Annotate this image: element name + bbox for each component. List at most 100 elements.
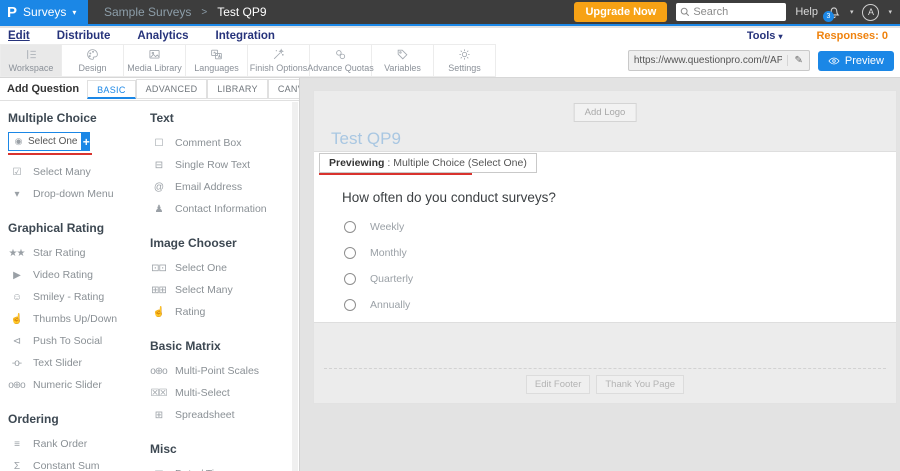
active-underline	[8, 153, 92, 155]
question-type-star-rating[interactable]: ★★ Star Rating	[8, 242, 150, 264]
question-type-push-to-social[interactable]: ⊲ Push To Social	[8, 330, 150, 352]
footer-separator	[324, 368, 886, 369]
upgrade-now-button[interactable]: Upgrade Now	[574, 2, 667, 22]
toolbar-workspace[interactable]: Workspace	[0, 44, 62, 77]
tab-basic[interactable]: BASIC	[87, 80, 136, 99]
responses-count[interactable]: Responses: 0	[816, 30, 888, 42]
survey-url-field[interactable]: ✎	[628, 50, 810, 71]
image-icon	[148, 48, 161, 61]
question-type-select-one[interactable]: ◉ Select One +	[8, 132, 90, 151]
toolbar-design[interactable]: Design	[62, 44, 124, 77]
survey-url-input[interactable]	[629, 55, 788, 66]
toolbar-advance-quotas[interactable]: Advance Quotas	[310, 44, 372, 77]
question-type-single-row-text[interactable]: ⊟ Single Row Text	[150, 154, 292, 176]
option-annually[interactable]: Annually	[344, 292, 413, 318]
question-type-contact-information[interactable]: ♟ Contact Information	[150, 198, 292, 220]
topbar-right: Upgrade Now Help 3 ▾ A ▾	[574, 0, 900, 24]
question-type-constant-sum[interactable]: Σ Constant Sum	[8, 455, 150, 471]
tools-menu[interactable]: Tools ▾	[747, 30, 783, 42]
add-select-one-button[interactable]: +	[82, 132, 90, 151]
chevron-down-icon[interactable]: ▾	[888, 8, 892, 16]
question-type-smiley-rating[interactable]: ☺ Smiley - Rating	[8, 286, 150, 308]
toolbar-settings[interactable]: Settings	[434, 44, 496, 77]
radio-icon[interactable]	[344, 221, 356, 233]
question-type-video-rating[interactable]: ▶ Video Rating	[8, 264, 150, 286]
tab-advanced[interactable]: ADVANCED	[136, 79, 208, 99]
question-type-image-select-many[interactable]: ⊞⊞ Select Many	[150, 279, 292, 301]
radio-icon[interactable]	[344, 299, 356, 311]
panel-column-1: Multiple Choice ◉ Select One + ☑ Select …	[8, 105, 150, 471]
quotas-icon	[334, 48, 347, 61]
radio-icon[interactable]	[344, 273, 356, 285]
option-quarterly[interactable]: Quarterly	[344, 266, 413, 292]
toolbar-media-library[interactable]: Media Library	[124, 44, 186, 77]
top-bar: P Surveys ▾ Sample Surveys > Test QP9 Up…	[0, 0, 900, 26]
question-type-email-address[interactable]: @ Email Address	[150, 176, 292, 198]
multi-select-icon: ☒☒	[150, 388, 167, 399]
option-monthly[interactable]: Monthly	[344, 240, 413, 266]
panel-scrollbar[interactable]	[292, 102, 298, 471]
breadcrumb: Sample Surveys > Test QP9	[104, 0, 267, 24]
survey-title[interactable]: Test QP9	[331, 129, 401, 149]
select-many-icon: ☑	[8, 167, 25, 178]
section-heading: Basic Matrix	[150, 339, 292, 353]
nav-analytics[interactable]: Analytics	[137, 30, 188, 42]
question-type-image-select-one[interactable]: ⊡⊡ Select One	[150, 257, 292, 279]
global-search[interactable]	[676, 3, 786, 21]
image-rating-icon: ☝	[150, 307, 167, 318]
question-type-dropdown-menu[interactable]: ▾ Drop-down Menu	[8, 183, 150, 205]
star-rating-icon: ★★	[8, 248, 25, 259]
question-type-text-slider[interactable]: -o- Text Slider	[8, 352, 150, 374]
add-logo-button[interactable]: Add Logo	[574, 103, 637, 122]
tab-library[interactable]: LIBRARY	[207, 79, 267, 99]
question-type-comment-box[interactable]: ☐ Comment Box	[150, 132, 292, 154]
question-type-multi-select[interactable]: ☒☒ Multi-Select	[150, 382, 292, 404]
question-type-numeric-slider[interactable]: o⊕o Numeric Slider	[8, 374, 150, 396]
toolbar-finish-options[interactable]: Finish Options	[248, 44, 310, 77]
multi-point-scales-icon: o⊕o	[150, 366, 167, 377]
question-type-select-many[interactable]: ☑ Select Many	[8, 161, 150, 183]
edit-footer-button[interactable]: Edit Footer	[526, 375, 590, 394]
question-type-spreadsheet[interactable]: ⊞ Spreadsheet	[150, 404, 292, 426]
question-type-date-time[interactable]: ▦ Date / Time	[150, 463, 292, 471]
option-weekly[interactable]: Weekly	[344, 214, 413, 240]
thank-you-page-button[interactable]: Thank You Page	[596, 375, 684, 394]
edit-url-icon[interactable]: ✎	[787, 55, 808, 66]
magic-wand-icon	[272, 48, 285, 61]
nav-integration[interactable]: Integration	[216, 30, 275, 42]
section-heading: Graphical Rating	[8, 221, 150, 235]
spreadsheet-icon: ⊞	[150, 410, 167, 421]
toolbar-languages[interactable]: Languages	[186, 44, 248, 77]
section-graphical-rating: Graphical Rating ★★ Star Rating ▶ Video …	[8, 221, 150, 396]
help-link[interactable]: Help	[795, 6, 818, 18]
section-heading: Ordering	[8, 412, 150, 426]
surveys-product-menu[interactable]: P Surveys ▾	[0, 0, 88, 24]
survey-preview-area: Add Logo Test QP9 Previewing : Multiple …	[300, 78, 900, 471]
question-type-rank-order[interactable]: ≡ Rank Order	[8, 433, 150, 455]
nav-distribute[interactable]: Distribute	[57, 30, 111, 42]
toolbar-variables[interactable]: Variables	[372, 44, 434, 77]
section-text: Text ☐ Comment Box ⊟ Single Row Text @ E…	[150, 111, 292, 220]
nav-edit[interactable]: Edit	[8, 30, 30, 42]
radio-icon[interactable]	[344, 247, 356, 259]
question-type-thumbs-up-down[interactable]: ☝ Thumbs Up/Down	[8, 308, 150, 330]
section-heading: Multiple Choice	[8, 111, 150, 125]
chevron-down-icon[interactable]: ▾	[850, 8, 854, 16]
contact-icon: ♟	[150, 204, 167, 215]
share-icon: ⊲	[8, 336, 25, 347]
eye-icon	[828, 55, 840, 67]
section-basic-matrix: Basic Matrix o⊕o Multi-Point Scales ☒☒ M…	[150, 339, 292, 426]
tab-canvas[interactable]: CANVAS	[268, 79, 300, 99]
avatar[interactable]: A	[862, 4, 879, 21]
preview-button[interactable]: Preview	[818, 51, 894, 71]
single-row-text-icon: ⊟	[150, 160, 167, 171]
question-type-multi-point-scales[interactable]: o⊕o Multi-Point Scales	[150, 360, 292, 382]
notifications-button[interactable]: 3	[827, 5, 841, 19]
edit-toolbar: Workspace Design Media Library Languages…	[0, 44, 900, 78]
breadcrumb-parent[interactable]: Sample Surveys	[104, 5, 191, 19]
product-menu-label: Surveys	[23, 5, 66, 19]
breadcrumb-current: Test QP9	[217, 5, 266, 19]
question-type-image-rating[interactable]: ☝ Rating	[150, 301, 292, 323]
search-input[interactable]	[693, 6, 777, 18]
chevron-down-icon: ▾	[72, 8, 76, 17]
